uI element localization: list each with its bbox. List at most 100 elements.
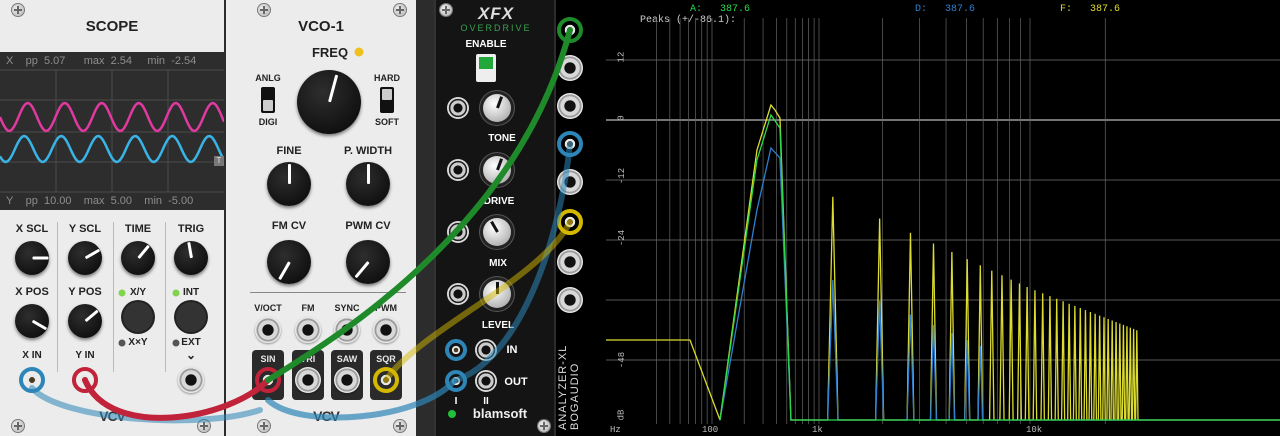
sin-label: SIN bbox=[260, 354, 276, 364]
freq-knob[interactable] bbox=[297, 70, 361, 134]
xfx-logo: XFX bbox=[477, 4, 515, 23]
fm-input-jack[interactable] bbox=[295, 317, 321, 343]
time-label: TIME bbox=[124, 223, 152, 235]
pulse-width-label: P. WIDTH bbox=[343, 145, 393, 157]
enable-label: ENABLE bbox=[465, 39, 507, 50]
tri-output-jack[interactable] bbox=[295, 367, 321, 393]
analyzer-module: ANALYZER-XL BOGAUDIO Peaks (+/-86.1): A:… bbox=[556, 0, 1280, 436]
x-pos-knob[interactable] bbox=[15, 304, 49, 338]
y-tick-0: 0 bbox=[616, 115, 627, 121]
input-c-jack[interactable] bbox=[557, 93, 583, 119]
pwm-input-jack[interactable] bbox=[373, 317, 399, 343]
scope-display: X pp 5.07 max 2.54 min -2.54 T Y pp 10.0… bbox=[0, 52, 224, 210]
hard-sync-label: HARD bbox=[374, 73, 400, 83]
time-knob[interactable] bbox=[121, 241, 155, 275]
y-pos-knob[interactable] bbox=[68, 304, 102, 338]
drive-label: DRIVE bbox=[483, 196, 515, 207]
status-led bbox=[448, 410, 456, 418]
analog-label: ANLG bbox=[255, 73, 281, 83]
drive-knob[interactable] bbox=[483, 156, 511, 184]
input-g-jack[interactable] bbox=[557, 249, 583, 275]
xxy-mode-led bbox=[118, 339, 126, 347]
out-ch2-jack[interactable] bbox=[475, 370, 497, 392]
sqr-output-jack[interactable] bbox=[373, 367, 399, 393]
out-ch1-jack[interactable] bbox=[445, 370, 467, 392]
ext-trigger-label: EXT bbox=[181, 337, 201, 348]
x-pos-label: X POS bbox=[15, 286, 49, 298]
hard-soft-switch[interactable] bbox=[380, 87, 394, 113]
pulse-width-knob[interactable] bbox=[346, 162, 390, 206]
tone-knob[interactable] bbox=[483, 94, 511, 122]
input-b-jack[interactable] bbox=[557, 55, 583, 81]
vcv-logo: VCV bbox=[99, 408, 126, 424]
overdrive-module: XFX OVERDRIVE ENABLE TONE DRIVE MIX LEVE… bbox=[434, 0, 554, 436]
input-e-jack[interactable] bbox=[557, 169, 583, 195]
x-scale-knob[interactable] bbox=[15, 241, 49, 275]
tone-cv-jack[interactable] bbox=[447, 97, 469, 119]
fine-knob[interactable] bbox=[267, 162, 311, 206]
int-trigger-led bbox=[172, 289, 180, 297]
scope-y-stats: Y pp 10.00 max 5.00 min -5.00 bbox=[6, 195, 194, 207]
level-cv-jack[interactable] bbox=[447, 283, 469, 305]
scope-traces bbox=[0, 69, 224, 193]
level-label: LEVEL bbox=[481, 320, 515, 331]
tri-label: TRI bbox=[300, 354, 316, 364]
vco-module: VCO-1 FREQ ANLG DIGI HARD SOFT FINE P. W… bbox=[226, 0, 416, 436]
saw-label: SAW bbox=[336, 354, 358, 364]
level-knob[interactable] bbox=[483, 280, 511, 308]
out-label: OUT bbox=[504, 376, 528, 388]
analyzer-name: ANALYZER-XL BOGAUDIO bbox=[557, 344, 581, 430]
xxy-mode-label: X×Y bbox=[128, 337, 148, 348]
digital-label: DIGI bbox=[258, 117, 278, 127]
y-scl-label: Y SCL bbox=[68, 223, 102, 235]
screw-icon bbox=[12, 4, 24, 16]
sync-input-jack[interactable] bbox=[334, 317, 360, 343]
y-tick-minus12: -12 bbox=[617, 167, 628, 185]
y-tick-12: 12 bbox=[616, 51, 627, 63]
y-scale-knob[interactable] bbox=[68, 241, 102, 275]
rack: SCOPE X pp 5.07 max 2.54 min -2.54 T Y p… bbox=[0, 0, 1280, 436]
mix-label: MIX bbox=[489, 258, 507, 269]
fm-cv-knob[interactable] bbox=[267, 240, 311, 284]
scope-title: SCOPE bbox=[85, 18, 139, 35]
input-f-jack[interactable] bbox=[557, 209, 583, 235]
x-in-jack[interactable] bbox=[19, 367, 45, 393]
fine-label: FINE bbox=[276, 145, 302, 157]
sync-label: SYNC bbox=[334, 303, 360, 313]
y-in-label: Y IN bbox=[75, 350, 95, 361]
xy-mode-button[interactable] bbox=[123, 302, 153, 332]
vcv-logo: VCV bbox=[313, 408, 340, 424]
mix-cv-jack[interactable] bbox=[447, 221, 469, 243]
scope-module: SCOPE X pp 5.07 max 2.54 min -2.54 T Y p… bbox=[0, 0, 224, 436]
overdrive-subtitle: OVERDRIVE bbox=[460, 23, 532, 33]
screw-icon bbox=[198, 420, 210, 432]
xy-mode-led bbox=[118, 289, 126, 297]
sin-output-jack[interactable] bbox=[255, 367, 281, 393]
input-a-jack[interactable] bbox=[557, 17, 583, 43]
in-ch1-jack[interactable] bbox=[445, 339, 467, 361]
trigger-source-button[interactable] bbox=[176, 302, 206, 332]
soft-sync-label: SOFT bbox=[375, 117, 399, 127]
trig-in-jack[interactable] bbox=[178, 367, 204, 393]
freq-label: FREQ bbox=[311, 45, 349, 60]
voct-input-jack[interactable] bbox=[255, 317, 281, 343]
pwm-cv-knob[interactable] bbox=[346, 240, 390, 284]
in-ch2-jack[interactable] bbox=[475, 339, 497, 361]
saw-output-jack[interactable] bbox=[334, 367, 360, 393]
screw-icon bbox=[258, 4, 270, 16]
analog-digital-switch[interactable] bbox=[261, 87, 275, 113]
scope-trigger-marker: T bbox=[214, 156, 224, 166]
trig-knob[interactable] bbox=[174, 241, 208, 275]
x-tick-10k: 10k bbox=[1026, 425, 1043, 435]
mix-knob[interactable] bbox=[483, 218, 511, 246]
input-d-jack[interactable] bbox=[557, 131, 583, 157]
in-label: IN bbox=[506, 344, 518, 356]
y-in-jack[interactable] bbox=[72, 367, 98, 393]
ext-trigger-led bbox=[172, 339, 180, 347]
enable-switch[interactable] bbox=[476, 54, 496, 82]
freq-led bbox=[354, 47, 364, 57]
voct-label: V/OCT bbox=[254, 303, 282, 313]
drive-cv-jack[interactable] bbox=[447, 159, 469, 181]
tone-label: TONE bbox=[488, 133, 516, 144]
spectrum-plot bbox=[606, 18, 1280, 424]
